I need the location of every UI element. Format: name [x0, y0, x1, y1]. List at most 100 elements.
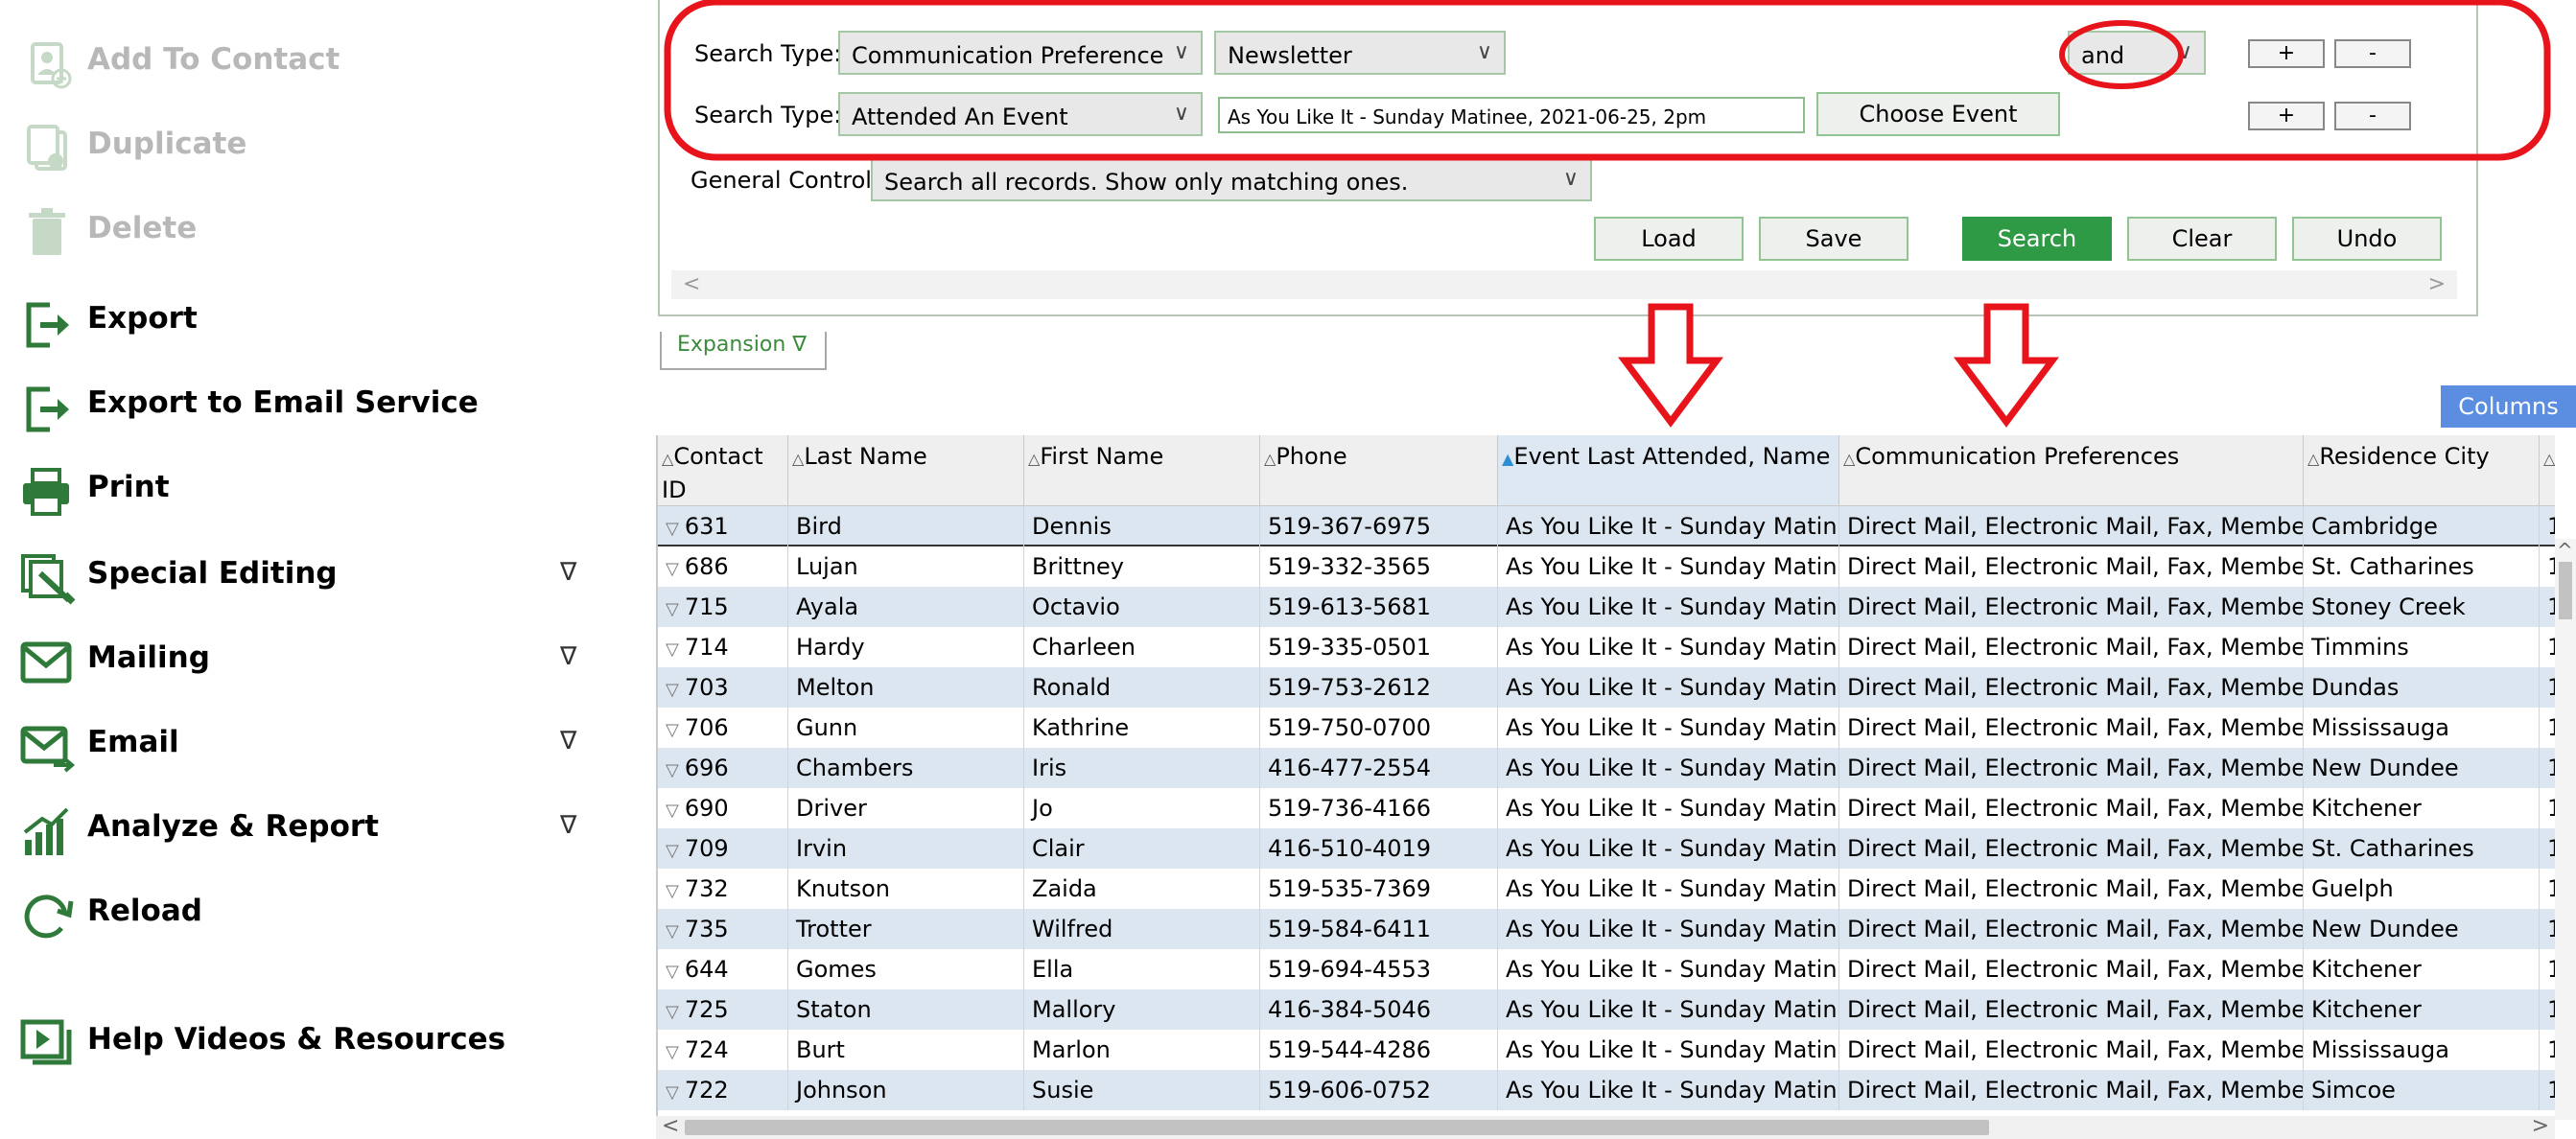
- panel-horizontal-scrollbar[interactable]: < >: [671, 270, 2457, 299]
- sidebar-item[interactable]: Export to Email Service: [0, 372, 614, 439]
- table-cell-text: Iris: [1032, 755, 1067, 781]
- scroll-thumb[interactable]: [685, 1120, 1989, 1135]
- scroll-thumb[interactable]: [2559, 562, 2572, 619]
- row-expand-icon[interactable]: ▽: [666, 962, 685, 982]
- search-type-select-1[interactable]: Communication Preference ∨: [838, 31, 1203, 75]
- row-expand-icon[interactable]: ▽: [666, 559, 685, 579]
- sidebar-item[interactable]: Mailing ∇: [0, 627, 614, 694]
- scroll-up-icon[interactable]: ^: [2557, 539, 2573, 562]
- row-expand-icon[interactable]: ▽: [666, 639, 685, 660]
- scroll-right-icon[interactable]: >: [2428, 272, 2446, 296]
- search-type-select-2[interactable]: Attended An Event ∨: [838, 92, 1203, 136]
- submenu-expand-icon[interactable]: ∇: [560, 642, 576, 671]
- table-row[interactable]: ▽ 644 Gomes Ella 519-694-4553 As You Like It …: [658, 949, 2555, 989]
- table-row[interactable]: ▽ 735 Trotter Wilfred 519-584-6411 As You Lik…: [658, 909, 2555, 949]
- scroll-right-icon[interactable]: >: [2532, 1114, 2549, 1138]
- table-cell: As You Like It - Sunday Matinee: [1498, 627, 1839, 667]
- event-input[interactable]: As You Like It - Sunday Matinee, 2021-06…: [1218, 97, 1805, 133]
- table-cell: ▽ 724: [658, 1030, 788, 1070]
- table-row[interactable]: ▽ 631 Bird Dennis 519-367-6975 As You Like It…: [658, 506, 2555, 546]
- table-cell: 1: [2540, 1030, 2555, 1070]
- row-expand-icon[interactable]: ▽: [666, 1002, 685, 1022]
- table-row[interactable]: ▽ 703 Melton Ronald 519-753-2612 As You Like …: [658, 667, 2555, 708]
- choose-event-button[interactable]: Choose Event: [1816, 92, 2060, 136]
- column-header-label: Phone: [1276, 443, 1347, 470]
- row-expand-icon[interactable]: ▽: [666, 801, 685, 821]
- row-expand-icon[interactable]: ▽: [666, 841, 685, 861]
- row-expand-icon[interactable]: ▽: [666, 881, 685, 901]
- sidebar-item[interactable]: Special Editing ∇: [0, 543, 614, 610]
- add-criteria-button-2[interactable]: +: [2248, 102, 2325, 130]
- sidebar-item[interactable]: Reload: [0, 880, 614, 947]
- clear-button[interactable]: Clear: [2127, 217, 2277, 261]
- table-row[interactable]: ▽ 715 Ayala Octavio 519-613-5681 As You Like …: [658, 587, 2555, 627]
- sidebar-item[interactable]: Analyze & Report ∇: [0, 796, 614, 863]
- table-row[interactable]: ▽ 706 Gunn Kathrine 519-750-0700 As You Like …: [658, 708, 2555, 748]
- submenu-expand-icon[interactable]: ∇: [560, 727, 576, 755]
- column-header[interactable]: △Last Name: [788, 435, 1024, 506]
- undo-button[interactable]: Undo: [2292, 217, 2442, 261]
- add-criteria-button-1[interactable]: +: [2248, 39, 2325, 68]
- sidebar-item[interactable]: Help Videos & Resources: [0, 1009, 614, 1076]
- remove-criteria-button-2[interactable]: -: [2334, 102, 2411, 130]
- column-header[interactable]: △First Name: [1024, 435, 1260, 506]
- column-header[interactable]: △Communication Preferences: [1839, 435, 2304, 506]
- row-expand-icon[interactable]: ▽: [666, 1082, 685, 1103]
- table-row[interactable]: ▽ 709 Irvin Clair 416-510-4019 As You Like It…: [658, 828, 2555, 869]
- annotation-arrow-down-icon: [1954, 303, 2059, 428]
- chevron-down-icon: ∨: [1476, 40, 1492, 64]
- column-header[interactable]: △Contact ID: [658, 435, 788, 506]
- table-row[interactable]: ▽ 714 Hardy Charleen 519-335-0501 As You Like…: [658, 627, 2555, 667]
- columns-button[interactable]: Columns: [2441, 385, 2576, 428]
- column-header[interactable]: △Phone: [1260, 435, 1498, 506]
- table-row[interactable]: ▽ 722 Johnson Susie 519-606-0752 As You Like …: [658, 1070, 2555, 1110]
- table-row[interactable]: ▽ 732 Knutson Zaida 519-535-7369 As You Like …: [658, 869, 2555, 909]
- table-cell-text: Guelph: [2311, 875, 2394, 902]
- column-header[interactable]: ▲Event Last Attended, Name: [1498, 435, 1839, 506]
- submenu-expand-icon[interactable]: ∇: [560, 811, 576, 840]
- expansion-toggle[interactable]: Expansion ∇: [660, 332, 827, 370]
- table-cell: 1: [2540, 788, 2555, 828]
- column-header[interactable]: △: [2540, 435, 2555, 506]
- sidebar-item[interactable]: Export: [0, 288, 614, 355]
- table-cell: 519-753-2612: [1260, 667, 1498, 708]
- table-cell-text: As You Like It - Sunday Matinee: [1506, 513, 1839, 540]
- table-cell: 519-544-4286: [1260, 1030, 1498, 1070]
- table-cell: Iris: [1024, 748, 1260, 788]
- table-row[interactable]: ▽ 696 Chambers Iris 416-477-2554 As You Like …: [658, 748, 2555, 788]
- column-header-label: First Name: [1040, 443, 1164, 470]
- search-value-select-1[interactable]: Newsletter ∨: [1214, 31, 1506, 75]
- row-expand-icon[interactable]: ▽: [666, 921, 685, 941]
- table-row[interactable]: ▽ 724 Burt Marlon 519-544-4286 As You Like It…: [658, 1030, 2555, 1070]
- row-expand-icon[interactable]: ▽: [666, 680, 685, 700]
- general-control-select[interactable]: Search all records. Show only matching o…: [871, 157, 1592, 201]
- grid-vertical-scrollbar[interactable]: ^: [2555, 539, 2576, 1120]
- sidebar-item[interactable]: Email ∇: [0, 711, 614, 779]
- connector-select[interactable]: and ∨: [2068, 31, 2206, 75]
- table-cell-text: Timmins: [2311, 634, 2409, 661]
- grid-horizontal-scrollbar[interactable]: < >: [656, 1114, 2555, 1139]
- save-button[interactable]: Save: [1759, 217, 1909, 261]
- row-expand-icon[interactable]: ▽: [666, 760, 685, 780]
- table-row[interactable]: ▽ 686 Lujan Brittney 519-332-3565 As You Like…: [658, 546, 2555, 587]
- submenu-expand-icon[interactable]: ∇: [560, 558, 576, 587]
- scroll-left-icon[interactable]: <: [683, 272, 700, 296]
- table-cell-text: 722: [684, 1077, 729, 1104]
- printer-icon: [15, 466, 81, 520]
- load-button[interactable]: Load: [1594, 217, 1744, 261]
- row-expand-icon[interactable]: ▽: [666, 599, 685, 619]
- table-cell: ▽ 706: [658, 708, 788, 748]
- table-cell-text: 714: [684, 634, 729, 661]
- search-button[interactable]: Search: [1962, 217, 2112, 261]
- row-expand-icon[interactable]: ▽: [666, 519, 685, 539]
- remove-criteria-button-1[interactable]: -: [2334, 39, 2411, 68]
- sidebar-item[interactable]: Print: [0, 456, 614, 523]
- table-row[interactable]: ▽ 725 Staton Mallory 416-384-5046 As You Like…: [658, 989, 2555, 1030]
- table-cell: 416-477-2554: [1260, 748, 1498, 788]
- row-expand-icon[interactable]: ▽: [666, 1042, 685, 1062]
- table-cell-text: As You Like It - Sunday Matinee: [1506, 634, 1839, 661]
- scroll-left-icon[interactable]: <: [662, 1114, 679, 1138]
- column-header[interactable]: △Residence City: [2304, 435, 2540, 506]
- row-expand-icon[interactable]: ▽: [666, 720, 685, 740]
- table-row[interactable]: ▽ 690 Driver Jo 519-736-4166 As You Like It -…: [658, 788, 2555, 828]
